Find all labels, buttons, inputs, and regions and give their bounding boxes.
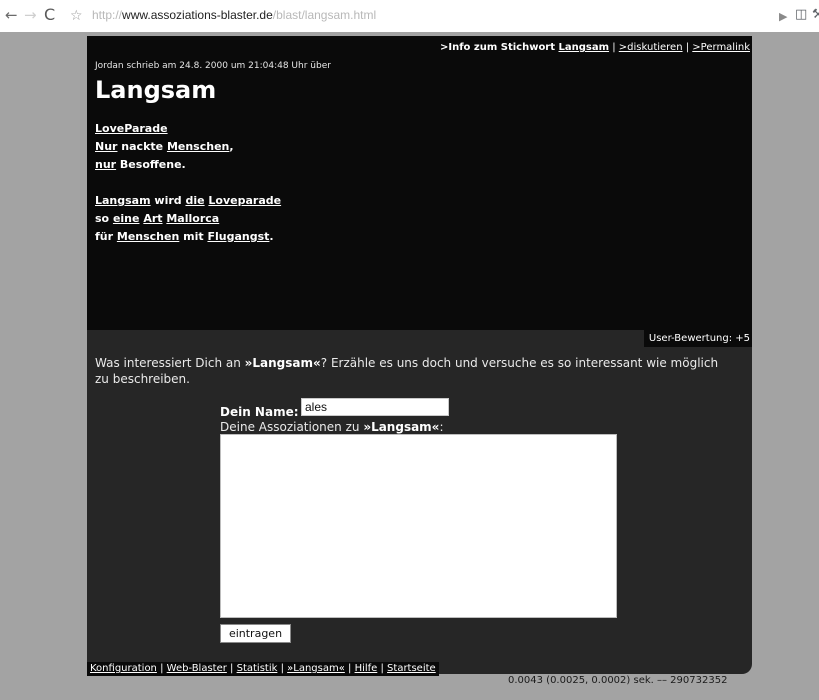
name-input[interactable] [301,398,449,416]
content-panel: >Info zum Stichwort Langsam | >diskutier… [87,36,752,676]
entry-text-fragment: nackte [117,140,167,153]
entry-text-fragment: Besoffene. [116,158,186,171]
info-prefix: >Info zum Stichwort [439,42,559,53]
url-prefix: http:// [92,8,123,22]
footer-separator: | [226,663,237,674]
footer-link-startseite[interactable]: Startseite [387,663,436,674]
word-link[interactable]: Menschen [167,140,229,153]
entry-text-fragment: , [229,140,234,153]
footer-link-web-blaster[interactable]: Web-Blaster [167,663,227,674]
timing-info: 0.0043 (0.0025, 0.0002) sek. –– 29073235… [508,675,728,686]
entry-line: Langsam wird die Loveparade [95,192,281,210]
entry-text-fragment: für [95,230,117,243]
back-arrow-icon[interactable]: ← [5,7,18,23]
entry-text-fragment: wird [150,194,186,207]
topnav-separator: | [682,42,693,53]
word-link[interactable]: Loveparade [208,194,281,207]
prompt-text: Was interessiert Dich an [95,356,245,370]
entry-text-fragment: . [269,230,274,243]
form-prompt: Was interessiert Dich an »Langsam«? Erzä… [95,355,735,387]
reload-icon[interactable]: C [44,7,55,23]
topnav-separator: | [609,42,619,53]
info-keyword-link[interactable]: Langsam [559,42,610,53]
footer-link-keyword[interactable]: »Langsam« [287,663,345,674]
footer-link-statistik[interactable]: Statistik [237,663,278,674]
entry-text-fragment: mit [179,230,208,243]
footer-separator: | [156,663,167,674]
association-keyword: »Langsam« [363,420,440,434]
word-link[interactable]: nur [95,158,116,171]
entry-line: für Menschen mit Flugangst. [95,228,281,246]
name-label: Dein Name: [220,405,299,419]
entry-meta: Jordan schrieb am 24.8. 2000 um 21:04:48… [95,61,331,71]
association-label: Deine Assoziationen zu »Langsam«: [220,420,443,434]
word-link[interactable]: LoveParade [95,122,168,135]
association-label-text: Deine Assoziationen zu [220,420,364,434]
footer-links: Konfiguration | Web-Blaster | Statistik … [87,662,439,676]
word-link[interactable]: Art [143,212,162,225]
footer-link-konfiguration[interactable]: Konfiguration [90,663,157,674]
url-path: /blast/langsam.html [272,8,377,22]
star-icon[interactable]: ☆ [70,8,83,24]
discuss-link[interactable]: >diskutieren [619,42,683,53]
association-label-text: : [439,420,444,434]
footer-separator: | [344,663,355,674]
word-link[interactable]: Menschen [117,230,179,243]
address-bar[interactable]: http://www.assoziations-blaster.de/blast… [92,8,376,22]
url-host: www.assoziations-blaster.de [122,8,273,22]
word-link[interactable]: die [185,194,204,207]
play-icon[interactable]: ▶ [779,9,787,25]
footer-link-hilfe[interactable]: Hilfe [355,663,378,674]
entry-line: LoveParade [95,120,281,138]
top-navigation: >Info zum Stichwort Langsam | >diskutier… [440,42,750,53]
entry-area: >Info zum Stichwort Langsam | >diskutier… [87,36,752,330]
entry-line: so eine Art Mallorca [95,210,281,228]
word-link[interactable]: Langsam [95,194,151,207]
entry-line: Nur nackte Menschen, [95,138,281,156]
word-link[interactable]: Flugangst [207,230,269,243]
entry-line: nur Besoffene. [95,156,281,174]
page-menu-icon[interactable]: ◫ [795,7,807,23]
browser-toolbar: ← → C ☆ http://www.assoziations-blaster.… [0,0,819,32]
user-rating: User-Bewertung: +5 [643,330,752,347]
word-link[interactable]: eine [113,212,140,225]
entry-text: LoveParade Nur nackte Menschen, nur Beso… [95,120,281,246]
prompt-keyword: »Langsam« [244,356,321,370]
word-link[interactable]: Nur [95,140,117,153]
word-link[interactable]: Mallorca [166,212,219,225]
submit-button[interactable]: eintragen [220,624,291,643]
permalink-link[interactable]: >Permalink [692,42,750,53]
entry-title: Langsam [95,76,217,104]
footer-separator: | [377,663,388,674]
entry-text-fragment: so [95,212,113,225]
page-background: >Info zum Stichwort Langsam | >diskutier… [0,32,819,700]
wrench-icon[interactable]: ⚒ [812,7,819,23]
footer-separator: | [277,663,288,674]
forward-arrow-icon[interactable]: → [24,7,37,23]
association-textarea[interactable] [220,434,617,618]
